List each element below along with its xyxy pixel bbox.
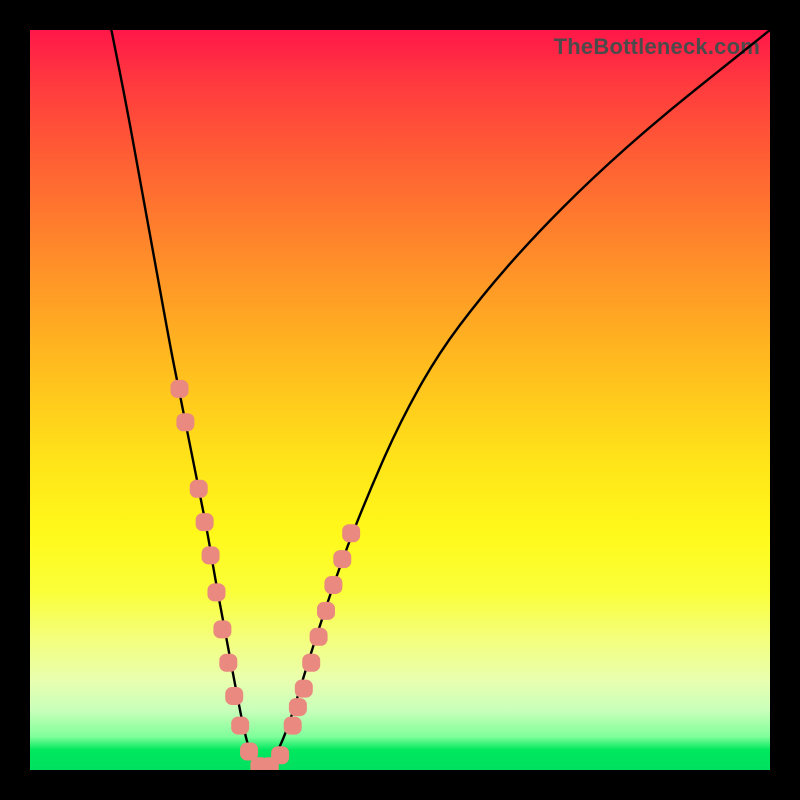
- curve-line: [111, 30, 770, 769]
- chart-frame: TheBottleneck.com: [0, 0, 800, 800]
- marker-dot: [170, 380, 188, 398]
- marker-dot: [302, 654, 320, 672]
- marker-dot: [324, 576, 342, 594]
- plot-area: TheBottleneck.com: [30, 30, 770, 770]
- marker-dot: [190, 480, 208, 498]
- marker-dot: [310, 628, 328, 646]
- marker-dot: [284, 717, 302, 735]
- marker-dot: [342, 524, 360, 542]
- marker-dot: [271, 746, 289, 764]
- marker-dot: [202, 546, 220, 564]
- marker-dot: [231, 717, 249, 735]
- marker-dot: [196, 513, 214, 531]
- marker-dots: [170, 380, 360, 770]
- marker-dot: [207, 583, 225, 601]
- chart-overlay: [30, 30, 770, 770]
- marker-dot: [317, 602, 335, 620]
- marker-dot: [333, 550, 351, 568]
- marker-dot: [213, 620, 231, 638]
- marker-dot: [289, 698, 307, 716]
- marker-dot: [219, 654, 237, 672]
- marker-dot: [176, 413, 194, 431]
- marker-dot: [295, 680, 313, 698]
- marker-dot: [225, 687, 243, 705]
